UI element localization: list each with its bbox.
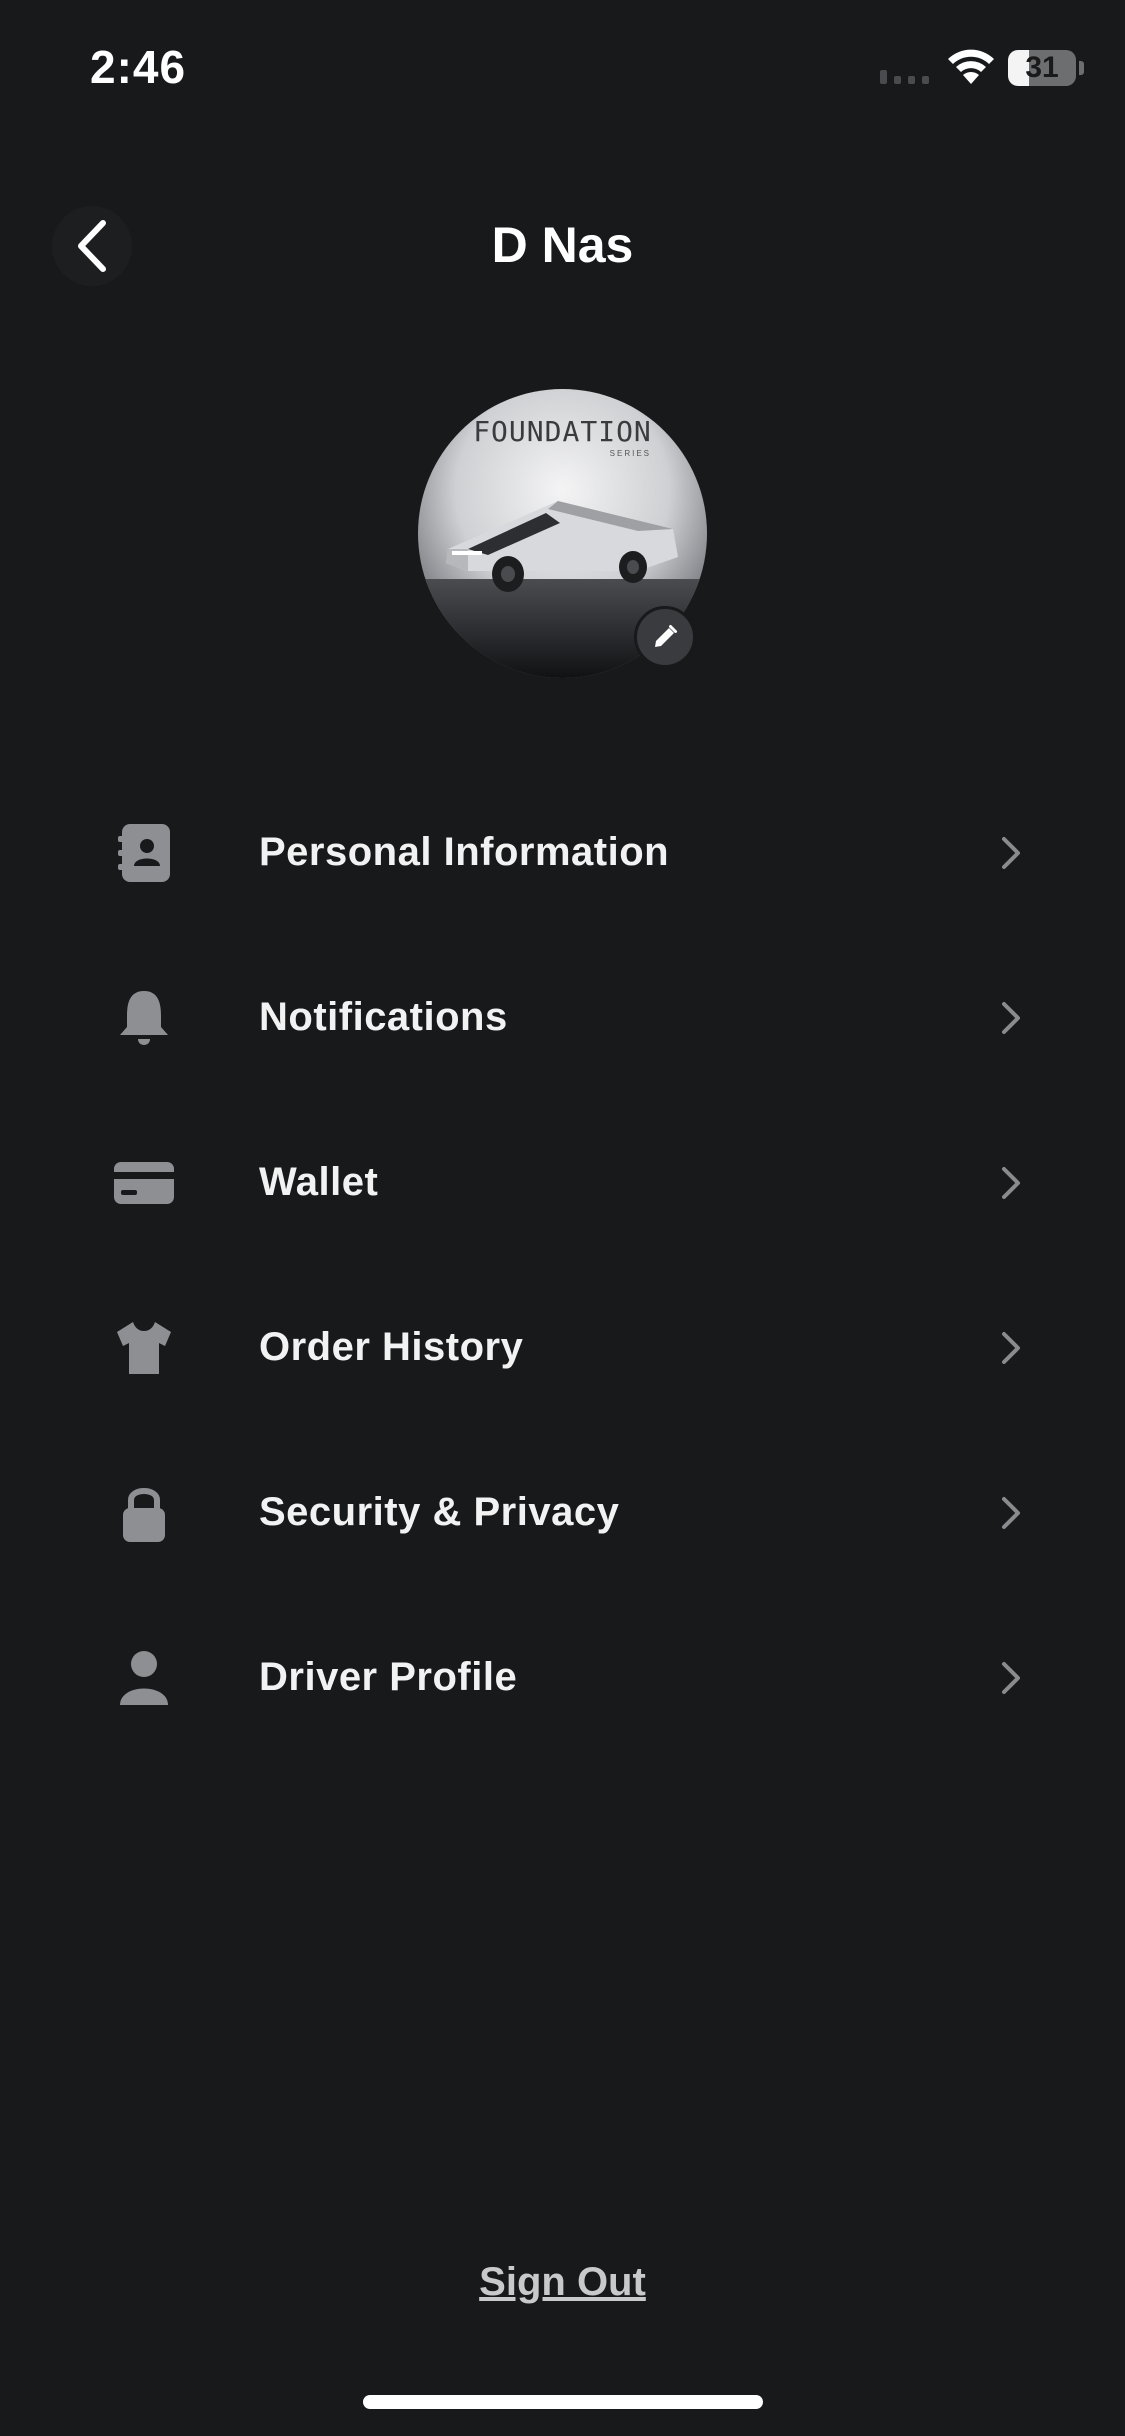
cellular-signal-icon xyxy=(880,70,929,84)
avatar-sub-text: SERIES xyxy=(609,449,651,458)
menu-label-security-privacy: Security & Privacy xyxy=(259,1490,620,1534)
person-icon xyxy=(112,1646,176,1710)
chevron-right-icon xyxy=(1002,1331,1020,1364)
menu-label-driver-profile: Driver Profile xyxy=(259,1655,518,1699)
menu-item-personal-information[interactable]: Personal Information xyxy=(0,770,1125,935)
edit-avatar-button[interactable] xyxy=(634,606,696,668)
menu-label-notifications: Notifications xyxy=(259,995,508,1039)
chevron-right-icon xyxy=(1002,1496,1020,1529)
menu-item-security-privacy[interactable]: Security & Privacy xyxy=(0,1430,1125,1595)
status-time: 2:46 xyxy=(90,41,187,93)
chevron-right-icon xyxy=(1002,1661,1020,1694)
menu-item-wallet[interactable]: Wallet xyxy=(0,1100,1125,1265)
lock-icon xyxy=(112,1481,176,1545)
chevron-right-icon xyxy=(1002,1001,1020,1034)
page-title: D Nas xyxy=(491,217,634,273)
menu-item-notifications[interactable]: Notifications xyxy=(0,935,1125,1100)
battery-icon: 31 xyxy=(1008,50,1076,86)
menu-item-driver-profile[interactable]: Driver Profile xyxy=(0,1595,1125,1760)
chevron-right-icon xyxy=(1002,1166,1020,1199)
avatar-brand-text: FOUNDATION xyxy=(473,415,652,448)
tshirt-icon xyxy=(112,1316,176,1380)
pencil-icon xyxy=(655,625,677,647)
bell-icon xyxy=(112,986,176,1050)
settings-menu: Personal Information Notifications Walle… xyxy=(0,770,1125,1760)
menu-label-wallet: Wallet xyxy=(259,1160,379,1204)
wifi-icon xyxy=(948,49,994,84)
home-indicator[interactable] xyxy=(363,2395,763,2409)
menu-item-order-history[interactable]: Order History xyxy=(0,1265,1125,1430)
chevron-right-icon xyxy=(1002,836,1020,869)
battery-nub xyxy=(1079,61,1084,75)
battery-percentage: 31 xyxy=(1025,51,1059,84)
credit-card-icon xyxy=(112,1151,176,1215)
cybertruck-image xyxy=(446,501,678,592)
menu-label-personal-information: Personal Information xyxy=(259,830,670,874)
contact-card-icon xyxy=(112,821,176,885)
profile-screen: 2:46 31 D Nas FOUNDATION SERIES Personal… xyxy=(0,0,1125,2436)
menu-label-order-history: Order History xyxy=(259,1325,524,1369)
sign-out-link[interactable]: Sign Out xyxy=(0,2260,1125,2305)
